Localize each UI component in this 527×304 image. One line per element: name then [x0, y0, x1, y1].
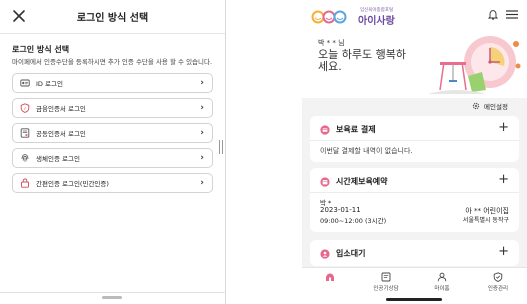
childcare-payment-card[interactable]: 보육료 결제 + 이번달 결제할 내역이 없습니다.	[310, 116, 519, 162]
logo-icon	[311, 10, 347, 24]
card-header: 입소대기	[320, 248, 365, 259]
chevron-right-icon: ›	[200, 128, 204, 138]
reservation-date: 2023-01-11	[320, 206, 361, 214]
settings-label: 메인설정	[484, 103, 508, 111]
waitlist-card[interactable]: 입소대기 +	[310, 240, 519, 266]
fingerprint-icon	[21, 154, 29, 162]
tab-consult[interactable]: 인공기상담	[358, 272, 414, 292]
reservation-time: 09:00~12:00 (3시간)	[320, 217, 387, 225]
daycare-region: 서울특별시 동작구	[462, 217, 509, 224]
id-card-icon	[20, 79, 30, 87]
section-title: 로그인 방식 선택	[12, 45, 70, 54]
person-icon	[437, 272, 447, 282]
simple-auth-icon	[21, 178, 29, 188]
clock-playground-illustration	[428, 36, 521, 94]
brand-name: 아이사랑	[358, 16, 395, 27]
option-label: ID 로그인	[36, 80, 63, 88]
home-icon	[326, 273, 334, 281]
divider	[310, 192, 519, 193]
option-label: 금융인증서 로그인	[36, 105, 86, 113]
option-simple-auth-login[interactable]: 간편인증 로그인(민간인증) ›	[12, 173, 213, 193]
greeting-text: 오늘 하루도 행복하세요.	[318, 48, 406, 73]
option-id-login[interactable]: ID 로그인 ›	[12, 73, 213, 93]
login-options-list: ID 로그인 › ✓ 금융인증서 로그인 › 공동인증서 로그인 › 생체인증 …	[12, 73, 213, 193]
tab-home[interactable]	[302, 272, 358, 284]
option-financial-cert-login[interactable]: ✓ 금융인증서 로그인 ›	[12, 98, 213, 118]
svg-text:✓: ✓	[23, 107, 27, 112]
shield-icon	[493, 272, 503, 282]
tab-label: 마이홈	[434, 286, 450, 292]
app-header: 임신육아종합포털 아이사랑	[302, 0, 527, 30]
bottom-tab-bar: 인공기상담 마이홈 인증관리	[302, 267, 527, 304]
greeting-banner: 박 * * 님 오늘 하루도 행복하세요.	[302, 30, 527, 98]
page-title: 로그인 방식 선택	[76, 13, 149, 24]
card-header: 보육료 결제	[320, 124, 376, 135]
chevron-right-icon: ›	[200, 78, 204, 88]
main-settings-button[interactable]: 메인설정	[472, 101, 508, 111]
gear-icon	[472, 102, 480, 110]
add-button[interactable]: +	[498, 172, 509, 187]
consult-icon	[381, 272, 391, 282]
card-title: 보육료 결제	[336, 125, 376, 134]
option-label: 생체인증 로그인	[36, 155, 80, 163]
add-button[interactable]: +	[498, 244, 509, 259]
option-joint-cert-login[interactable]: 공동인증서 로그인 ›	[12, 123, 213, 143]
add-button[interactable]: +	[498, 120, 509, 135]
bell-icon[interactable]	[488, 9, 498, 20]
option-label: 공동인증서 로그인	[36, 130, 86, 138]
resize-handle[interactable]	[219, 140, 223, 154]
description-text: 마이페에서 인증수단을 등록하시면 추가 인증 수단을 사용 할 수 있습니다.	[12, 58, 213, 66]
chevron-right-icon: ›	[200, 153, 204, 163]
screenshot-root: 로그인 방식 선택 로그인 방식 선택 마이페에서 인증수단을 등록하시면 추가…	[0, 0, 527, 304]
login-method-screen: 로그인 방식 선택 로그인 방식 선택 마이페에서 인증수단을 등록하시면 추가…	[0, 0, 226, 304]
empty-message: 이번달 결제할 내역이 없습니다.	[320, 147, 413, 155]
card-title: 시간제보육예약	[336, 177, 388, 186]
card-payment-icon	[320, 124, 330, 135]
tab-label: 인증관리	[487, 286, 509, 292]
divider	[310, 140, 519, 141]
home-indicator	[386, 298, 442, 301]
home-indicator	[102, 296, 122, 299]
calendar-icon	[320, 176, 330, 187]
financial-cert-icon: ✓	[20, 103, 30, 113]
top-bar: 로그인 방식 선택	[0, 0, 225, 34]
joint-cert-icon	[20, 128, 30, 138]
close-icon[interactable]	[12, 9, 26, 23]
tab-label: 인공기상담	[373, 286, 399, 292]
timed-care-reservation-card[interactable]: 시간제보육예약 + 박 * 2023-01-11 09:00~12:00 (3시…	[310, 168, 519, 232]
chevron-right-icon: ›	[200, 103, 204, 113]
chevron-right-icon: ›	[200, 178, 204, 188]
tab-auth-management[interactable]: 인증관리	[470, 272, 526, 292]
user-name: 박 * * 님	[318, 39, 345, 47]
card-title: 입소대기	[336, 249, 366, 258]
home-screen: 임신육아종합포털 아이사랑 박 * * 님 오늘 하루도 행복하세요. 메인설정…	[302, 0, 527, 304]
option-biometric-login[interactable]: 생체인증 로그인 ›	[12, 148, 213, 168]
tab-myhome[interactable]: 마이홈	[414, 272, 470, 292]
hamburger-menu-icon[interactable]	[506, 10, 518, 19]
card-header: 시간제보육예약	[320, 176, 388, 187]
waitlist-icon	[320, 248, 330, 259]
option-label: 간편인증 로그인(민간인증)	[36, 180, 109, 188]
